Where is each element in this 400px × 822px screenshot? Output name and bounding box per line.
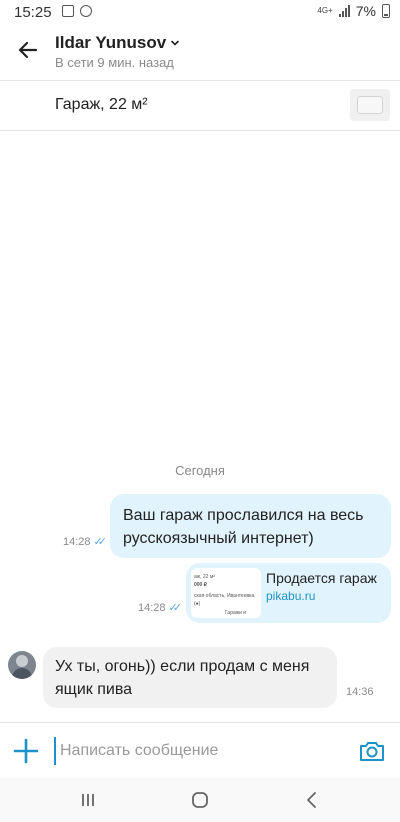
message-line: ящик пива	[55, 681, 133, 698]
battery-percent: 7%	[355, 3, 376, 19]
incoming-message[interactable]: Ух ты, огонь)) если продам с меня ящик п…	[43, 647, 337, 708]
message-time: 14:28	[63, 535, 91, 548]
plus-icon[interactable]	[12, 737, 40, 765]
message-line: Ваш гараж прославился на весь	[123, 507, 364, 524]
outgoing-message[interactable]: Ваш гараж прославился на весь русскоязыч…	[110, 494, 391, 558]
contact-name-dropdown[interactable]: Ildar Yunusov	[55, 33, 180, 53]
ad-thumbnail	[350, 89, 390, 121]
message-composer	[0, 722, 400, 779]
message-meta: 14:28 ✓✓	[138, 601, 183, 615]
status-bar: 15:25 4G+ 7%	[0, 0, 400, 24]
link-domain[interactable]: pikabu.ru	[266, 589, 315, 603]
back-arrow-icon[interactable]	[14, 36, 42, 64]
last-seen-status: В сети 9 мин. назад	[55, 55, 174, 70]
link-preview-message[interactable]: аж, 22 м² 000 ₽ ская область, Ивантеевка…	[186, 563, 391, 623]
message-time: 14:28	[138, 601, 166, 614]
sync-notification-icon	[80, 5, 92, 17]
ad-card[interactable]: Гараж, 22 м²	[0, 80, 400, 131]
nav-back-icon[interactable]	[300, 788, 324, 812]
message-line: Ух ты, огонь)) если продам с меня	[55, 658, 310, 675]
chevron-down-icon	[171, 40, 179, 46]
signal-icon	[338, 5, 350, 17]
battery-icon	[382, 4, 390, 18]
link-preview-thumbnail: аж, 22 м² 000 ₽ ская область, Ивантеевка…	[191, 568, 261, 618]
notification-icons	[62, 5, 92, 17]
ad-title: Гараж, 22 м²	[55, 96, 148, 113]
gallery-notification-icon	[62, 5, 74, 17]
contact-name: Ildar Yunusov	[55, 33, 167, 52]
chat-header: Ildar Yunusov В сети 9 мин. назад	[0, 24, 400, 81]
status-time: 15:25	[14, 4, 52, 21]
recent-apps-icon[interactable]	[76, 788, 100, 812]
day-separator: Сегодня	[175, 463, 225, 478]
message-text: Ух ты, огонь)) если продам с меня ящик п…	[55, 655, 309, 701]
network-type: 4G+	[317, 6, 333, 15]
camera-icon[interactable]	[358, 737, 386, 765]
message-time: 14:36	[346, 686, 374, 698]
system-indicators: 4G+ 7%	[317, 3, 390, 19]
home-icon[interactable]	[188, 788, 212, 812]
message-input[interactable]	[54, 737, 350, 765]
link-title: Продается гараж	[266, 570, 377, 586]
message-meta: 14:28 ✓✓	[63, 535, 108, 549]
message-text: Ваш гараж прославился на весь русскоязыч…	[123, 504, 364, 550]
read-check-icon: ✓✓	[168, 602, 183, 614]
system-nav-bar	[0, 778, 400, 822]
read-check-icon: ✓✓	[93, 536, 108, 548]
avatar[interactable]	[8, 651, 36, 679]
message-line: русскоязычный интернет)	[123, 530, 314, 547]
